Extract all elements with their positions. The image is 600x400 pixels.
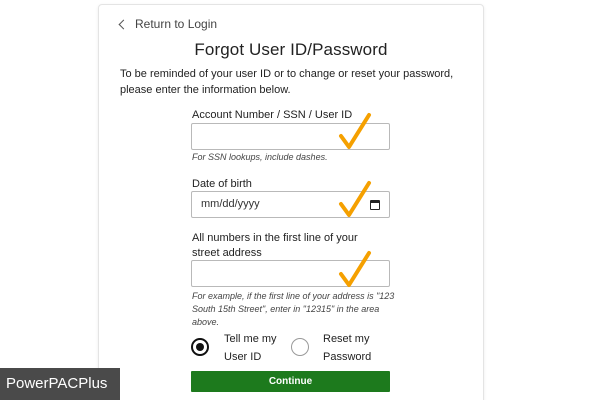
return-to-login-link[interactable]: Return to Login [118,17,218,31]
checkmark-icon [338,112,372,152]
account-number-label: Account Number / SSN / User ID [192,109,353,121]
radio-tell-user-id[interactable] [191,338,209,356]
radio-reset-password[interactable] [291,338,309,356]
chevron-left-icon [118,19,129,30]
street-address-hint: For example, if the first line of your a… [192,291,395,327]
date-of-birth-placeholder: mm/dd/yyyy [201,198,260,210]
radio-reset-password-label[interactable]: Reset my Password [323,330,383,366]
page-title: Forgot User ID/Password [194,40,388,59]
return-to-login-label: Return to Login [135,17,218,31]
watermark-logo: PowerPACPlus [0,368,120,400]
checkmark-icon [338,180,372,220]
checkmark-icon [338,250,372,290]
date-of-birth-label: Date of birth [192,178,252,190]
continue-button[interactable]: Continue [191,371,390,392]
radio-tell-user-id-label[interactable]: Tell me my User ID [224,330,288,366]
intro-text: To be reminded of your user ID or to cha… [120,68,454,96]
account-number-hint: For SSN lookups, include dashes. [192,152,328,162]
